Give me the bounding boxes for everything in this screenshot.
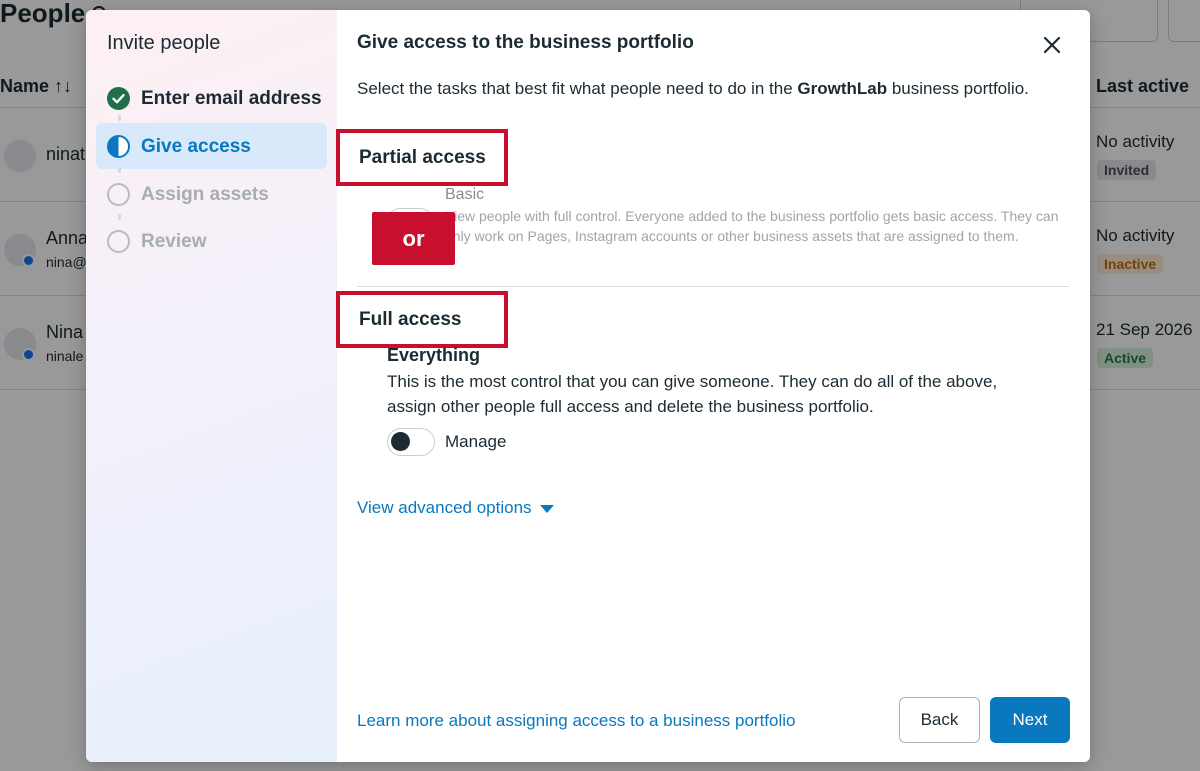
step-enter-email[interactable]: Enter email address [96,75,327,121]
step-give-access[interactable]: Give access [96,123,327,169]
divider [357,286,1069,287]
full-access-heading-box: Full access [336,291,508,348]
half-circle-icon [107,135,130,158]
partial-access-heading-box: Partial access [336,129,508,186]
step-label: Review [141,231,207,252]
back-button[interactable]: Back [899,697,980,743]
view-advanced-options-link[interactable]: View advanced options [357,498,554,518]
basic-description: View people with full control. Everyone … [445,208,1059,244]
manage-toggle[interactable] [387,428,435,456]
invite-people-dialog: Invite people Enter email address Give a… [86,10,1090,762]
partial-access-heading: Partial access [359,147,486,168]
intro-text: Select the tasks that best fit what peop… [357,79,1029,98]
step-connector [118,115,121,121]
or-badge: or [372,212,455,265]
toggle-knob [391,432,410,451]
advanced-link-label: View advanced options [357,498,532,517]
steps-sidebar: Invite people Enter email address Give a… [86,10,337,762]
basic-title: Basic [445,186,485,203]
step-review[interactable]: Review [96,218,327,264]
step-label: Assign assets [141,184,269,205]
sidebar-title: Invite people [107,32,221,54]
dialog-title: Give access to the business portfolio [357,32,694,53]
everything-title: Everything [387,345,481,365]
step-label: Give access [141,136,251,157]
close-icon [1043,36,1061,54]
step-label: Enter email address [141,88,322,109]
full-access-heading: Full access [359,309,462,330]
caret-down-icon [539,504,554,513]
empty-circle-icon [107,183,130,206]
close-button[interactable] [1037,30,1067,60]
manage-label: Manage [445,432,507,451]
content-pane: Give access to the business portfolio Se… [336,10,1090,762]
everything-description: This is the most control that you can gi… [387,372,998,416]
empty-circle-icon [107,230,130,253]
next-button[interactable]: Next [990,697,1070,743]
step-assign-assets[interactable]: Assign assets [96,171,327,217]
portfolio-name: GrowthLab [797,79,888,98]
check-icon [107,87,130,110]
learn-more-link[interactable]: Learn more about assigning access to a b… [357,711,795,731]
